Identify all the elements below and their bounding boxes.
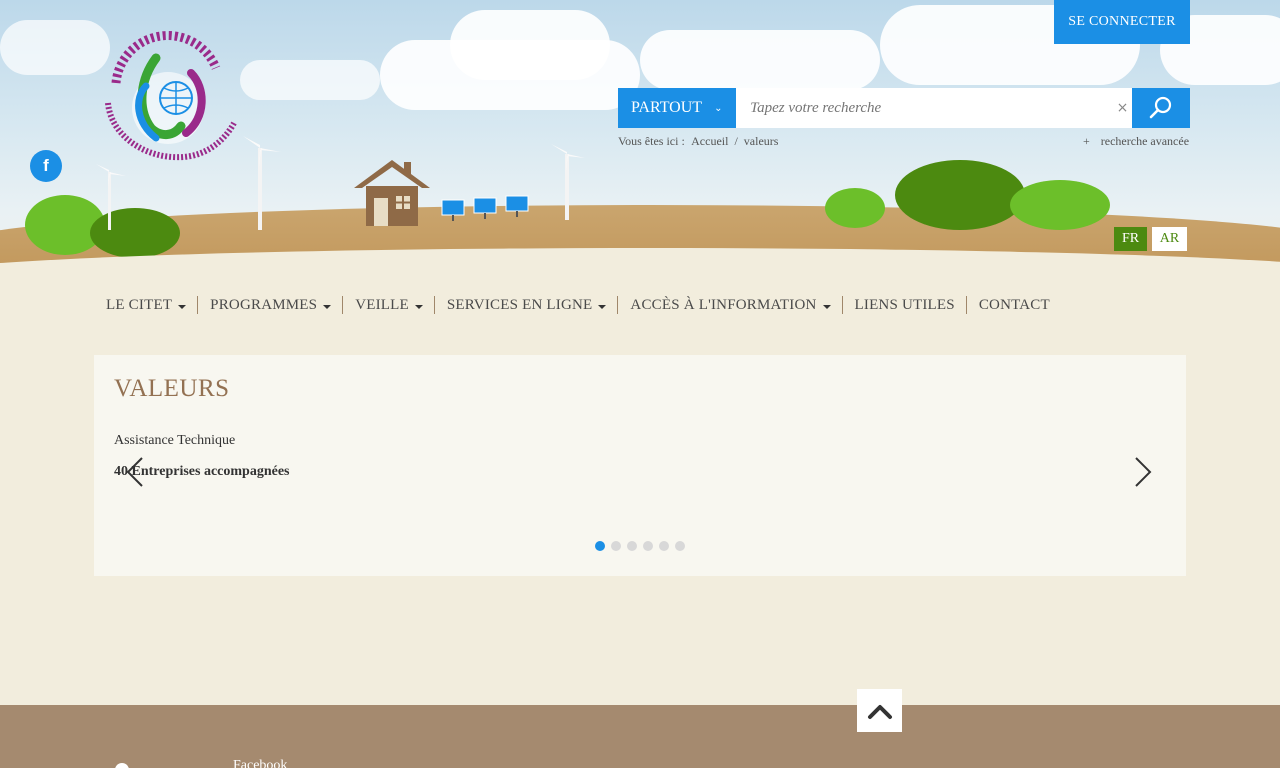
chevron-down-icon: ⌄ <box>714 102 723 114</box>
nav-item-label: SERVICES EN LIGNE <box>446 296 593 313</box>
carousel-dot[interactable] <box>595 541 605 551</box>
wind-turbine-decoration <box>243 136 281 230</box>
citet-logo[interactable] <box>96 28 241 168</box>
advanced-search-label: recherche avancée <box>1100 134 1190 148</box>
breadcrumb-current: valeurs <box>743 134 779 148</box>
carousel-dot[interactable] <box>659 541 669 551</box>
cloud-decoration <box>0 20 110 75</box>
breadcrumb-prefix: Vous êtes ici : <box>618 134 685 148</box>
nav-item-label: LE CITET <box>106 296 173 313</box>
bush-decoration <box>825 188 885 228</box>
chevron-up-icon <box>867 704 892 719</box>
caret-down-icon <box>598 305 607 309</box>
header-banner: f SE CONNECTER PARTOUT ⌄ × Vous êtes ici… <box>0 0 1280 280</box>
carousel-dot[interactable] <box>611 541 621 551</box>
breadcrumb-home-link[interactable]: Accueil <box>691 134 728 148</box>
breadcrumb: Vous êtes ici : Accueil / valeurs <box>618 134 782 149</box>
cloud-decoration <box>450 10 610 80</box>
nav-item-acces-information[interactable]: ACCÈS À L'INFORMATION <box>617 296 841 314</box>
search-icon <box>1149 96 1172 119</box>
page-title: VALEURS <box>114 375 230 402</box>
language-ar-button[interactable]: AR <box>1152 227 1187 251</box>
clear-search-icon[interactable]: × <box>1112 88 1133 128</box>
nav-item-le-citet[interactable]: LE CITET <box>94 296 197 314</box>
search-scope-label: PARTOUT <box>631 99 703 116</box>
nav-item-veille[interactable]: VEILLE <box>342 296 434 314</box>
carousel-dot[interactable] <box>627 541 637 551</box>
footer-bullet <box>115 763 129 768</box>
nav-item-label: ACCÈS À L'INFORMATION <box>630 296 817 313</box>
main-nav: LE CITET PROGRAMMES VEILLE SERVICES EN L… <box>94 294 1061 316</box>
nav-item-label: CONTACT <box>978 296 1050 313</box>
nav-item-label: VEILLE <box>355 296 409 313</box>
solar-panel-decoration <box>441 195 529 221</box>
footer: Facebook <box>0 705 1280 768</box>
bush-decoration <box>895 160 1025 230</box>
cloud-decoration <box>640 30 880 90</box>
nav-item-services-en-ligne[interactable]: SERVICES EN LIGNE <box>433 296 618 314</box>
values-panel: VALEURS Assistance Technique 40 Entrepri… <box>94 355 1186 576</box>
search-input[interactable] <box>736 88 1113 128</box>
carousel-dot[interactable] <box>675 541 685 551</box>
caret-down-icon <box>414 305 423 309</box>
wind-turbine-decoration <box>96 164 126 230</box>
nav-item-programmes[interactable]: PROGRAMMES <box>197 296 342 314</box>
wind-turbine-decoration <box>551 144 585 220</box>
search-bar: PARTOUT ⌄ × <box>618 88 1190 128</box>
cloud-decoration <box>240 60 380 100</box>
chevron-right-icon[interactable] <box>1128 455 1156 489</box>
nav-item-liens-utiles[interactable]: LIENS UTILES <box>841 296 966 314</box>
facebook-icon[interactable]: f <box>30 150 62 182</box>
chevron-left-icon[interactable] <box>122 455 150 489</box>
caret-down-icon <box>323 305 332 309</box>
plus-icon: + <box>1083 134 1090 148</box>
search-button[interactable] <box>1132 88 1190 128</box>
login-button[interactable]: SE CONNECTER <box>1054 0 1190 44</box>
nav-item-label: PROGRAMMES <box>210 296 318 313</box>
footer-facebook-link[interactable]: Facebook <box>233 758 287 768</box>
breadcrumb-separator: / <box>734 134 738 148</box>
carousel-pagination <box>595 541 685 551</box>
slide-label: Assistance Technique <box>114 433 236 448</box>
language-fr-button[interactable]: FR <box>1114 227 1147 251</box>
scroll-to-top-button[interactable] <box>857 689 902 732</box>
search-scope-dropdown[interactable]: PARTOUT ⌄ <box>618 88 737 128</box>
caret-down-icon <box>178 305 187 309</box>
house-decoration <box>354 160 430 226</box>
carousel-dot[interactable] <box>643 541 653 551</box>
bush-decoration <box>1010 180 1110 230</box>
caret-down-icon <box>822 305 831 309</box>
nav-item-contact[interactable]: CONTACT <box>965 296 1061 314</box>
nav-item-label: LIENS UTILES <box>854 296 955 313</box>
advanced-search-link[interactable]: + recherche avancée <box>1083 134 1189 149</box>
